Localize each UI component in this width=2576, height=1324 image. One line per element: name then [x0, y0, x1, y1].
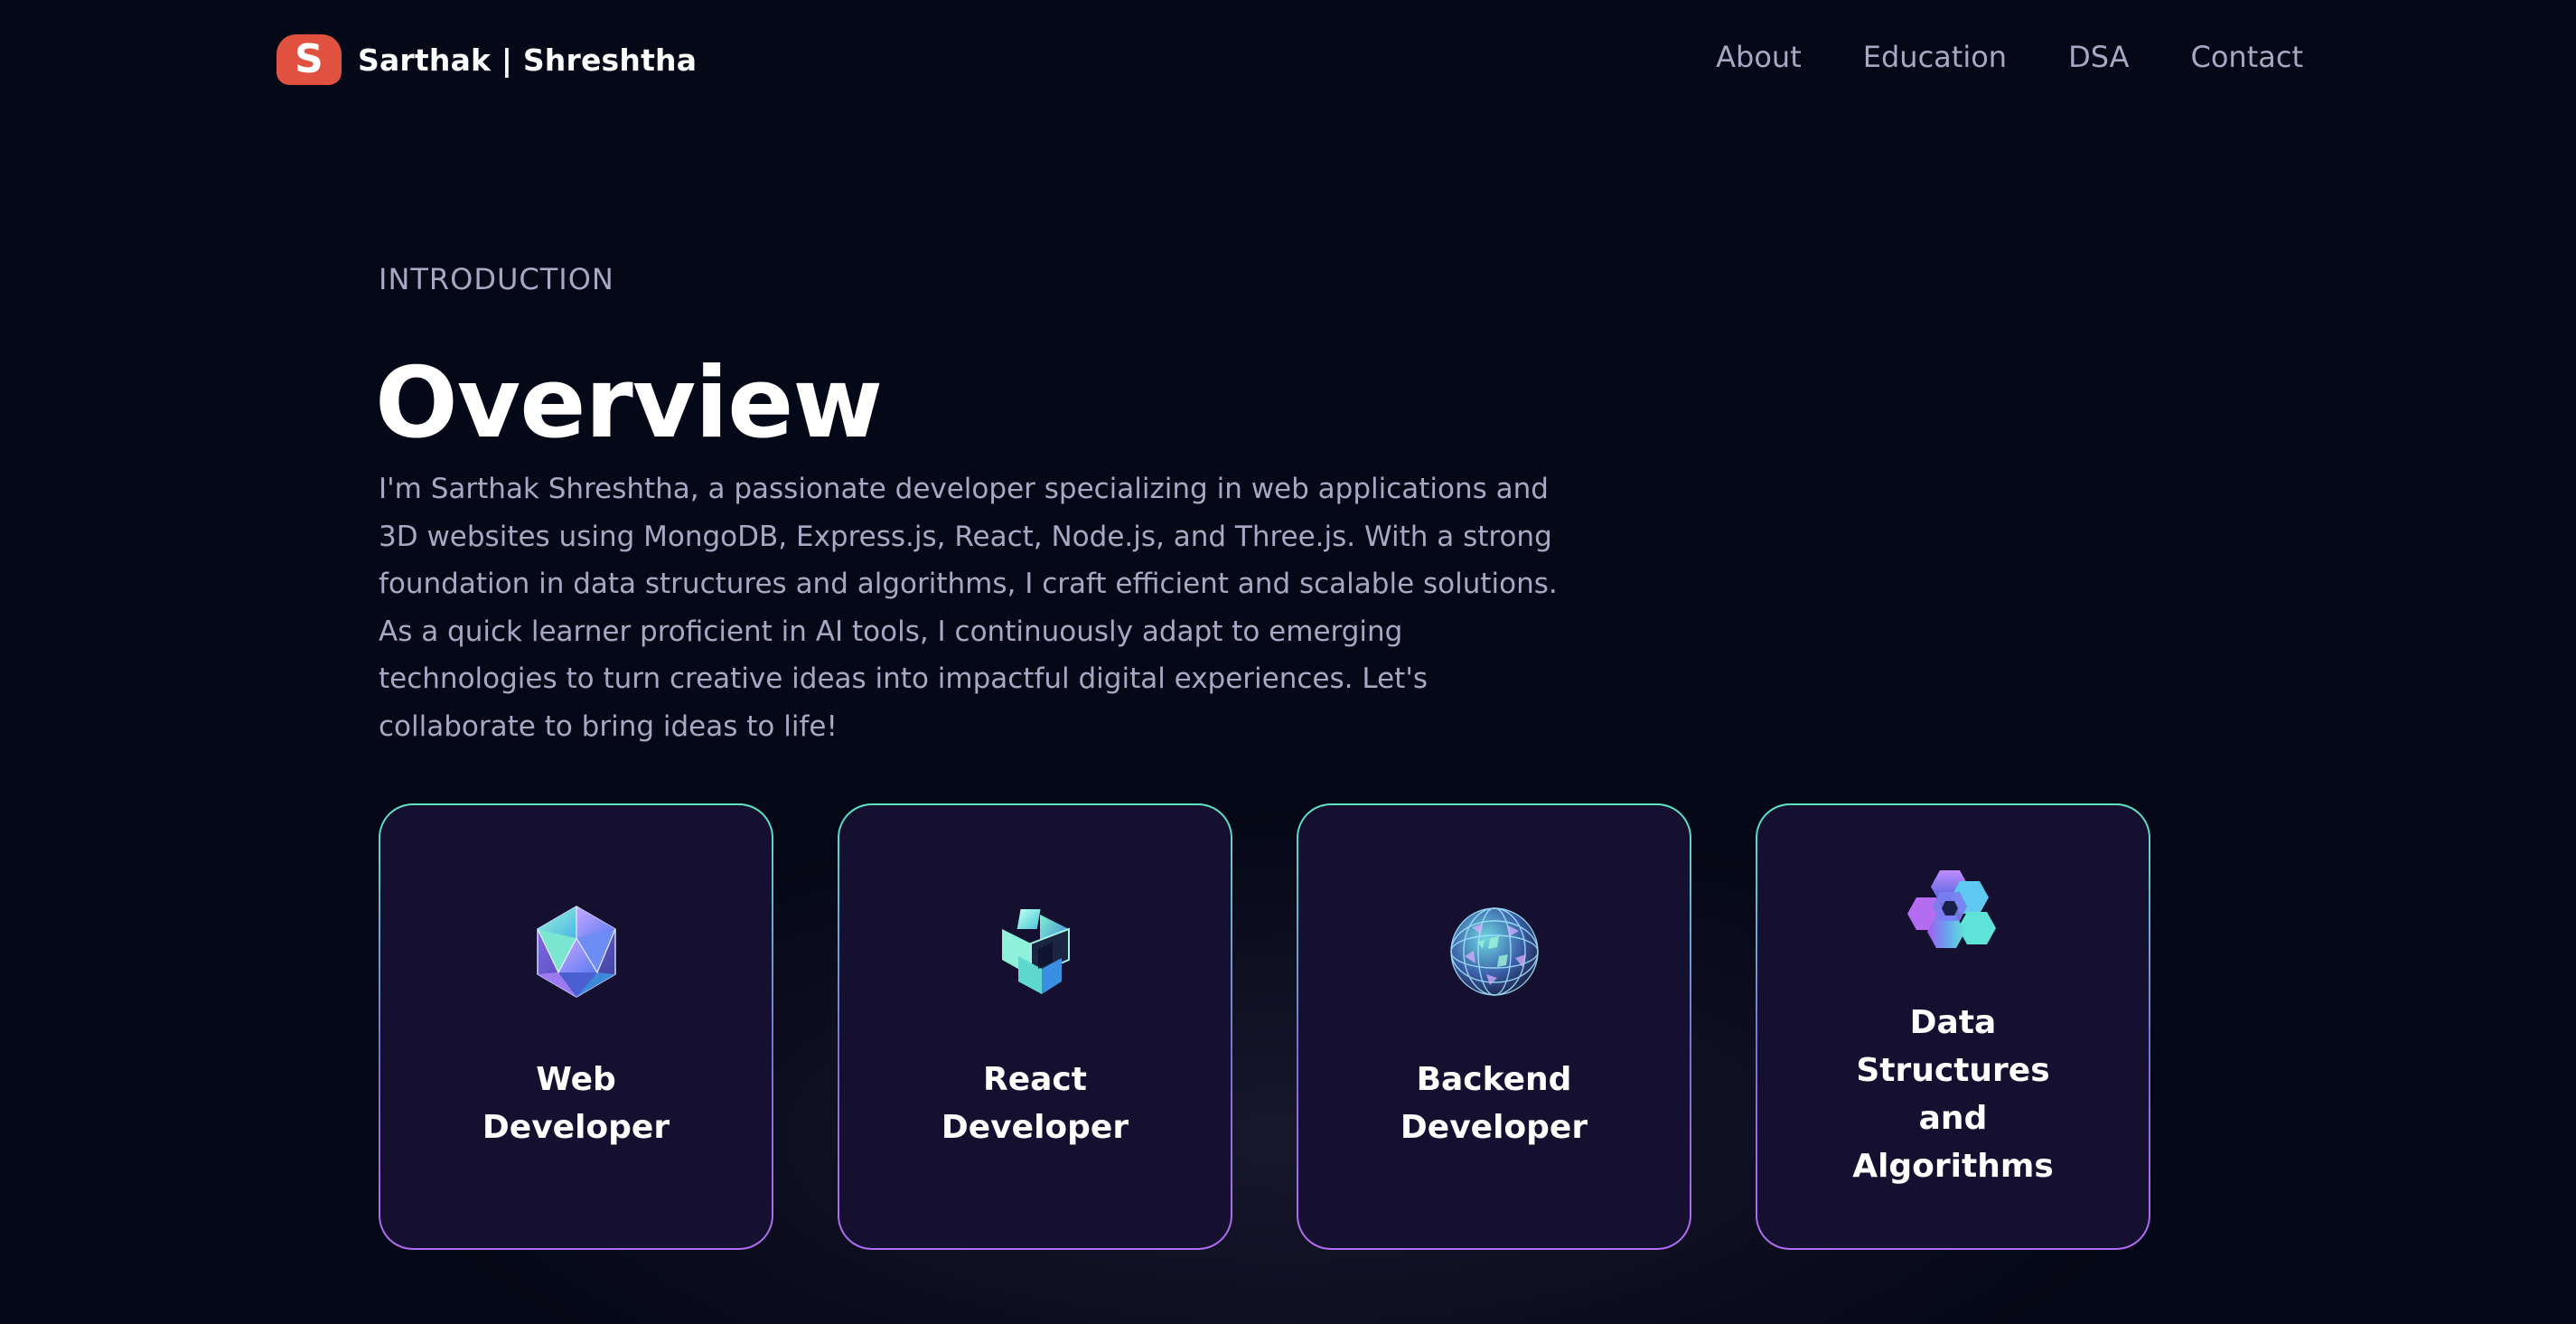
hexagon-cluster-icon [1906, 870, 1996, 948]
service-card-title: Backend Developer [1400, 1061, 1588, 1146]
service-cards: Web Developer React Developer Backend De… [379, 803, 2150, 1250]
service-card-title: Web Developer [482, 1061, 670, 1146]
service-card-web[interactable]: Web Developer [379, 803, 773, 1250]
logo-link[interactable]: S Sarthak | Shreshtha [276, 34, 697, 85]
icosahedron-icon [536, 906, 616, 998]
service-card-backend[interactable]: Backend Developer [1297, 803, 1691, 1250]
service-card-title: Data Structures and Algorithms [1852, 1004, 2054, 1185]
navbar: S Sarthak | Shreshtha About Education DS… [0, 0, 2576, 119]
nav-link-about[interactable]: About [1716, 40, 1802, 74]
section-eyebrow: INTRODUCTION [379, 262, 614, 296]
nav-link-contact[interactable]: Contact [2191, 40, 2304, 74]
service-card-dsa[interactable]: Data Structures and Algorithms [1756, 803, 2150, 1250]
service-card-title: React Developer [941, 1061, 1129, 1146]
crystal-cube-icon [1001, 909, 1070, 994]
nav-links: About Education DSA Contact [1716, 40, 2303, 74]
overview-description: I'm Sarthak Shreshtha, a passionate deve… [379, 473, 1558, 743]
service-card-body: Web Developer [380, 805, 772, 1248]
service-card-body: React Developer [839, 805, 1231, 1248]
service-card-body: Data Structures and Algorithms [1757, 805, 2149, 1248]
logo-text: Sarthak | Shreshtha [358, 42, 698, 78]
page-title: Overview [375, 347, 883, 461]
service-card-body: Backend Developer [1298, 805, 1690, 1248]
page: S Sarthak | Shreshtha About Education DS… [0, 0, 2576, 1324]
logo-icon: S [276, 34, 342, 85]
nav-link-dsa[interactable]: DSA [2068, 40, 2129, 74]
service-card-react[interactable]: React Developer [838, 803, 1232, 1250]
nav-link-education[interactable]: Education [1863, 40, 2007, 74]
geodesic-sphere-icon [1449, 907, 1539, 996]
